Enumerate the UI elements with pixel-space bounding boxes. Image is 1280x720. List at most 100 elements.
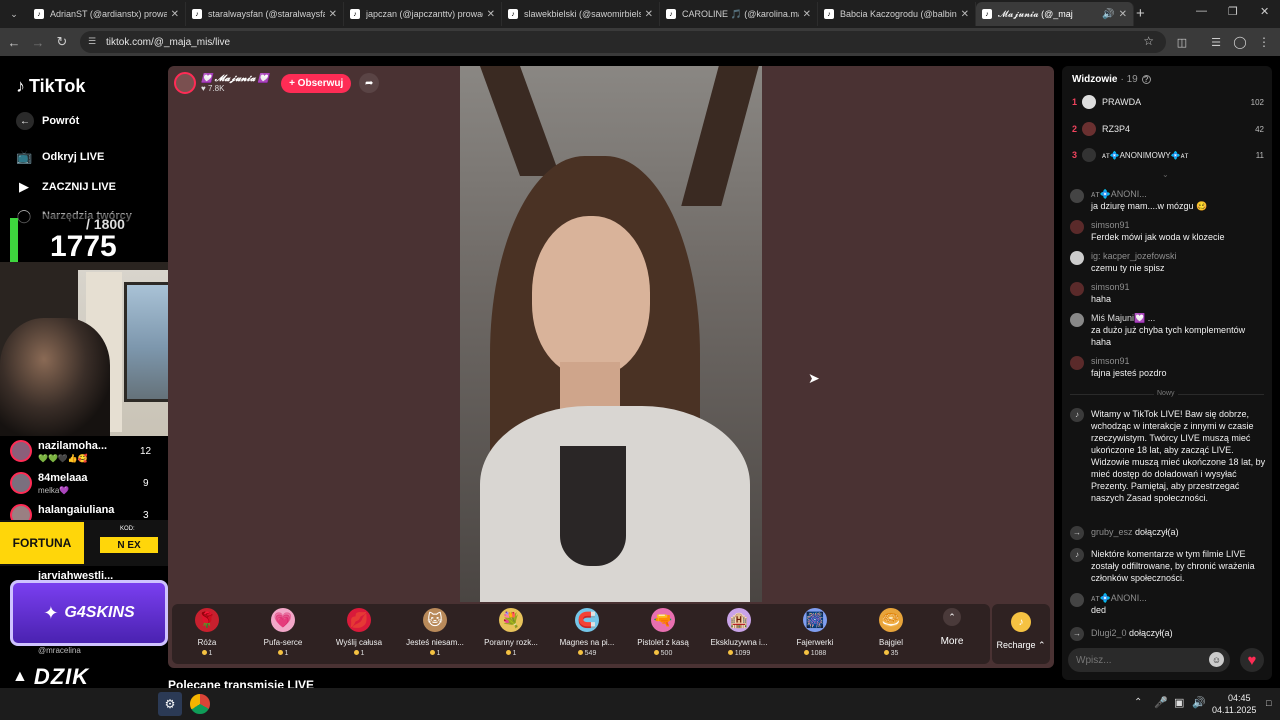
top-viewer-row[interactable]: 2 RZ3P4 42 — [1072, 120, 1264, 138]
join-arrow-icon: → — [1070, 526, 1084, 540]
host-avatar[interactable] — [174, 72, 196, 94]
close-tab-icon[interactable]: ✕ — [961, 9, 969, 20]
avatar — [1070, 593, 1084, 607]
close-tab-icon[interactable]: ✕ — [1119, 9, 1127, 20]
close-tab-icon[interactable]: ✕ — [329, 9, 337, 20]
notifications-icon[interactable]: □ — [1266, 698, 1271, 708]
chat-message[interactable]: simson91 Ferdek mówi jak woda w klozecie — [1070, 219, 1266, 243]
browser-tab-active[interactable]: ♪ 𝓜𝓪𝓳𝓾𝓷𝓲𝓪 (@_maj 🔊 ✕ — [976, 2, 1134, 26]
chat-input-field[interactable] — [1076, 652, 1196, 668]
tiktok-logo[interactable]: ♪ TikTok — [16, 76, 85, 97]
chat-message[interactable]: simson91 haha — [1070, 281, 1266, 305]
sidebar-item-go-live[interactable]: ▶ ZACZNIJ LIVE — [16, 179, 116, 195]
follow-button[interactable]: + Obserwuj — [281, 73, 352, 93]
gift-item[interactable]: 🌹 Róża 1 — [172, 608, 242, 657]
close-tab-icon[interactable]: ✕ — [487, 9, 495, 20]
g4skins-logo: G4SKINS — [64, 604, 135, 621]
share-icon[interactable]: ➦ — [359, 73, 380, 93]
viewers-header[interactable]: Widzowie · 19 ? — [1072, 74, 1151, 85]
list-item[interactable]: nazilamoha... 💚💚🖤👍🥰 12 — [8, 438, 158, 466]
chat-message[interactable]: simson91 fajna jesteś pozdro — [1070, 355, 1266, 379]
close-tab-icon[interactable]: ✕ — [645, 9, 653, 20]
network-icon[interactable]: ▣ — [1174, 696, 1184, 709]
windows-taskbar: ⚙ ⌃ 🎤 ▣ 🔊 04:45 04.11.2025 □ — [0, 688, 1280, 720]
maximize-window-button[interactable]: ❐ — [1228, 5, 1238, 18]
tab-search-icon[interactable]: ⌄ — [6, 6, 22, 22]
steam-icon[interactable]: ⚙ — [158, 692, 182, 716]
gift-item[interactable]: 🧲 Magnes na pi... 549 — [552, 608, 622, 657]
bookmark-star-icon[interactable]: ☆ — [1143, 34, 1154, 48]
profile-icon[interactable]: ◯ — [1232, 34, 1248, 50]
recharge-button[interactable]: ♪ Recharge ⌃ — [992, 604, 1050, 664]
rose-icon: 🌹 — [195, 608, 219, 632]
chat-message[interactable]: ᴀᴛ💠ANONI... ja dziurę mam....w mózgu 🥴 — [1070, 188, 1266, 212]
browser-tab[interactable]: ♪ staralwaysfan (@staralwaysfan) ✕ — [186, 2, 344, 26]
dzik-logo: DZIK — [33, 664, 90, 689]
mute-tab-icon[interactable]: 🔊 — [1102, 9, 1114, 20]
browser-tab[interactable]: ♪ Babcia Kaczogrodu (@balbinka ✕ — [818, 2, 976, 26]
avatar — [1070, 313, 1084, 327]
media-control-icon[interactable]: ☰ — [1208, 34, 1224, 50]
gift-item[interactable]: 🥯 Bajgiel 35 — [856, 608, 926, 657]
new-tab-button[interactable]: + — [1136, 5, 1145, 22]
chat-message[interactable]: ᴀᴛ💠ANONI... ded — [1070, 592, 1266, 616]
tiktok-favicon-icon: ♪ — [666, 9, 676, 19]
chevron-up-icon[interactable]: ⌃ — [1134, 697, 1142, 708]
site-info-icon[interactable]: ☰ — [88, 36, 96, 47]
list-item[interactable]: 84melaaa melka💜 9 — [8, 470, 158, 498]
microphone-icon[interactable]: 🎤 — [1154, 696, 1168, 709]
like-heart-button[interactable]: ♥ — [1240, 648, 1264, 672]
gift-item[interactable]: 🏨 Ekskluzywna i... 1099 — [704, 608, 774, 657]
url-bar[interactable]: ☰ tiktok.com/@_maja_mis/live ☆ — [80, 31, 1166, 53]
info-icon[interactable]: ? — [1141, 75, 1151, 84]
gift-item[interactable]: 💐 Poranny rozk... 1 — [476, 608, 546, 657]
extensions-icon[interactable]: ◫ — [1174, 34, 1190, 50]
forward-icon[interactable]: → — [30, 34, 46, 50]
avatar — [1070, 220, 1084, 234]
tiktok-logo-icon: ♪ — [1070, 408, 1084, 422]
volume-icon[interactable]: 🔊 — [1192, 696, 1206, 709]
chevron-up-icon: ⌃ — [1038, 640, 1046, 650]
minimize-window-button[interactable]: — — [1196, 5, 1207, 17]
gift-item[interactable]: 🐱 Jesteś niesam... 1 — [400, 608, 470, 657]
browser-tab[interactable]: ♪ AdrianST (@ardianstx) prowadz ✕ — [28, 2, 186, 26]
magnet-icon: 🧲 — [575, 608, 599, 632]
gift-item[interactable]: 💗 Pufa-serce 1 — [248, 608, 318, 657]
emoji-icon[interactable]: ☺ — [1209, 652, 1224, 667]
face — [532, 216, 650, 376]
avatar — [1070, 282, 1084, 296]
browser-tab[interactable]: ♪ CAROLINE 🎵 (@karolina.marc ✕ — [660, 2, 818, 26]
close-tab-icon[interactable]: ✕ — [171, 9, 179, 20]
chat-input[interactable]: ☺ — [1068, 648, 1230, 672]
chrome-icon[interactable] — [188, 692, 212, 716]
host-name[interactable]: 💟 𝓜𝓪𝓳𝓾𝓷𝓲𝓪 💟 — [201, 73, 269, 84]
chat-message[interactable]: Miś Majuni💟 ... za dużo już chyba tych ko… — [1070, 312, 1266, 348]
clock-time[interactable]: 04:45 — [1228, 693, 1251, 703]
browser-tab[interactable]: ♪ slawekbielski (@sawomirbielski ✕ — [502, 2, 660, 26]
close-window-button[interactable]: ✕ — [1260, 5, 1269, 18]
list-item-name: halangaiuliana — [38, 504, 115, 516]
gift-more-button[interactable]: ⌃ More — [932, 608, 972, 647]
live-video[interactable] — [460, 66, 762, 602]
chat-message[interactable]: ig: kacper_jozefowski czemu ty nie spisz — [1070, 250, 1266, 274]
top-viewer-row[interactable]: 3 ᴀᴛ💠ANONIMOWY💠ᴀᴛ 11 — [1072, 146, 1264, 164]
tiktok-favicon-icon: ♪ — [350, 9, 360, 19]
back-icon[interactable]: ← — [6, 34, 22, 50]
chevron-down-icon[interactable]: ⌄ — [1162, 170, 1169, 179]
clock-date[interactable]: 04.11.2025 — [1212, 705, 1256, 715]
gift-item[interactable]: 🔫 Pistolet z kasą 500 — [628, 608, 698, 657]
kiss-icon: 💋 — [347, 608, 371, 632]
tiktok-favicon-icon: ♪ — [192, 9, 202, 19]
browser-tab[interactable]: ♪ japczan (@japczanttv) prowadz ✕ — [344, 2, 502, 26]
gift-item[interactable]: 🎆 Fajerwerki 1088 — [780, 608, 850, 657]
camera-icon: ▶ — [19, 179, 29, 194]
system-message: ♪ Witamy w TikTok LIVE! Baw się dobrze, w… — [1070, 408, 1266, 504]
back-button[interactable]: ← Powrót — [16, 112, 79, 130]
gift-item[interactable]: 💋 Wyślij całusa 1 — [324, 608, 394, 657]
close-tab-icon[interactable]: ✕ — [803, 9, 811, 20]
reload-icon[interactable]: ↻ — [54, 34, 70, 50]
menu-kebab-icon[interactable]: ⋮ — [1256, 34, 1272, 50]
top-viewer-row[interactable]: 1 PRAWDA 102 — [1072, 93, 1264, 111]
sidebar-item-discover-live[interactable]: 📺 Odkryj LIVE — [16, 149, 104, 165]
list-item-name: 84melaaa — [38, 472, 88, 484]
